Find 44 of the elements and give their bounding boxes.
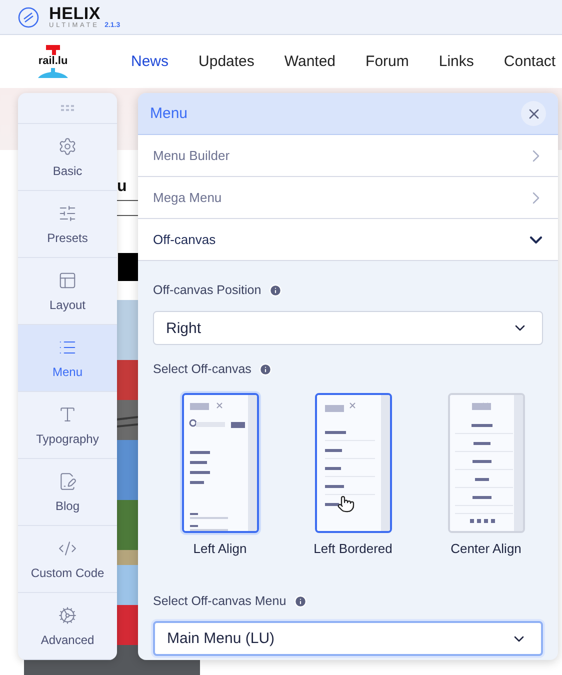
heading-text: u xyxy=(117,178,127,196)
info-icon[interactable] xyxy=(259,362,272,376)
position-select[interactable]: Right xyxy=(153,311,543,345)
logo-icon xyxy=(18,6,39,28)
sidebar-item[interactable]: Custom Code xyxy=(18,526,117,593)
accordion-row[interactable]: Off-canvas xyxy=(138,219,558,261)
nav-link[interactable]: Wanted xyxy=(284,53,336,70)
sidebar-item[interactable]: Basic xyxy=(18,124,117,191)
option-label: Center Align xyxy=(450,541,522,556)
menu-select[interactable]: Main Menu (LU) xyxy=(153,621,543,656)
rail-icon xyxy=(44,45,62,56)
cog-icon xyxy=(58,606,77,624)
nav-link[interactable]: News xyxy=(131,53,169,70)
nav-link[interactable]: Links xyxy=(438,53,474,70)
close-button[interactable] xyxy=(521,101,546,126)
code-icon xyxy=(58,538,77,558)
sidebar-item[interactable]: Typography xyxy=(18,392,117,459)
drag-handle-icon[interactable] xyxy=(60,105,74,111)
accordion-row[interactable]: Mega Menu xyxy=(138,177,558,219)
nav-link[interactable]: Updates xyxy=(198,53,254,70)
site-logo-text: rail.lu xyxy=(38,55,68,68)
field-label: Select Off-canvas xyxy=(153,362,252,376)
document-edit-icon xyxy=(58,472,77,490)
sidebar-item[interactable]: Presets xyxy=(18,191,117,258)
info-icon[interactable] xyxy=(269,284,282,296)
text-icon xyxy=(58,404,77,424)
hand-cursor-icon xyxy=(336,495,354,513)
gear-icon xyxy=(58,136,77,156)
panel-title: Menu xyxy=(150,105,188,122)
nav-link[interactable]: Contact xyxy=(504,53,556,70)
brand-name: HELIX xyxy=(49,4,101,22)
layout-icon xyxy=(58,270,77,290)
accordion-row[interactable]: Menu Builder xyxy=(138,135,558,177)
option-label: Left Align xyxy=(193,541,247,556)
field-label: Select Off-canvas Menu xyxy=(153,594,286,608)
sidebar-item[interactable]: Advanced xyxy=(18,593,117,660)
sliders-icon xyxy=(58,204,77,222)
sidebar-item[interactable]: Menu xyxy=(18,325,117,392)
rail-base-icon xyxy=(37,68,69,78)
info-icon[interactable] xyxy=(294,594,308,608)
field-label: Off-canvas Position xyxy=(153,283,262,297)
sidebar-item[interactable]: Blog xyxy=(18,459,117,526)
option-label: Left Bordered xyxy=(314,541,392,556)
nav-link[interactable]: Forum xyxy=(366,53,409,70)
